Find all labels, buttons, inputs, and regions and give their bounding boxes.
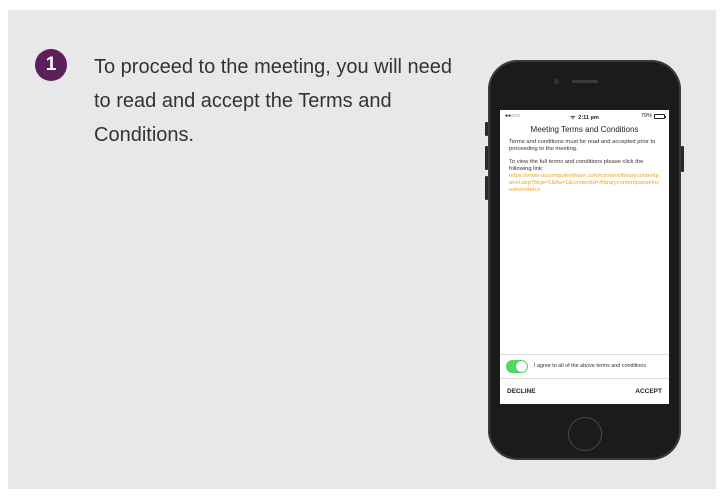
battery-icon [654, 113, 666, 119]
step-number-badge: 1 [35, 49, 67, 81]
agree-label: I agree to all of the above terms and co… [534, 363, 647, 370]
terms-paragraph-1: Terms and conditions must be read and ac… [509, 139, 656, 152]
front-camera-icon [554, 79, 559, 84]
toggle-knob [516, 361, 527, 372]
terms-body: Terms and conditions must be read and ac… [500, 139, 669, 194]
wifi-icon: ᯤ [570, 115, 576, 121]
terms-link[interactable]: https://www-aucomputershare.com/content/… [509, 173, 659, 193]
screen-title: Meeting Terms and Conditions [530, 125, 639, 134]
status-time-label: 2:11 pm [578, 115, 599, 121]
earpiece-speaker [572, 80, 598, 83]
accept-button[interactable]: ACCEPT [635, 388, 662, 395]
action-row: DECLINE ACCEPT [500, 378, 669, 404]
phone-screen: ●●○○○ ᯤ 2:11 pm 79% Meeting Terms and Con… [500, 110, 669, 404]
agree-toggle[interactable] [506, 360, 528, 373]
phone-mockup: ●●○○○ ᯤ 2:11 pm 79% Meeting Terms and Con… [485, 60, 684, 460]
step-instruction-text: To proceed to the meeting, you will need… [94, 56, 452, 146]
home-button[interactable] [568, 417, 602, 451]
status-bar: ●●○○○ ᯤ 2:11 pm 79% [500, 110, 669, 122]
phone-volume-up-button [485, 146, 488, 170]
battery-indicator: 79% [640, 113, 666, 119]
phone-silent-switch [485, 122, 488, 136]
phone-volume-down-button [485, 176, 488, 200]
phone-power-button [681, 146, 684, 172]
terms-link-intro: To view the full terms and conditions pl… [509, 159, 644, 172]
decline-button[interactable]: DECLINE [507, 388, 536, 395]
battery-percent: 79% [640, 113, 652, 119]
terms-paragraph-2: To view the full terms and conditions pl… [509, 159, 660, 194]
agree-row: I agree to all of the above terms and co… [500, 354, 669, 378]
